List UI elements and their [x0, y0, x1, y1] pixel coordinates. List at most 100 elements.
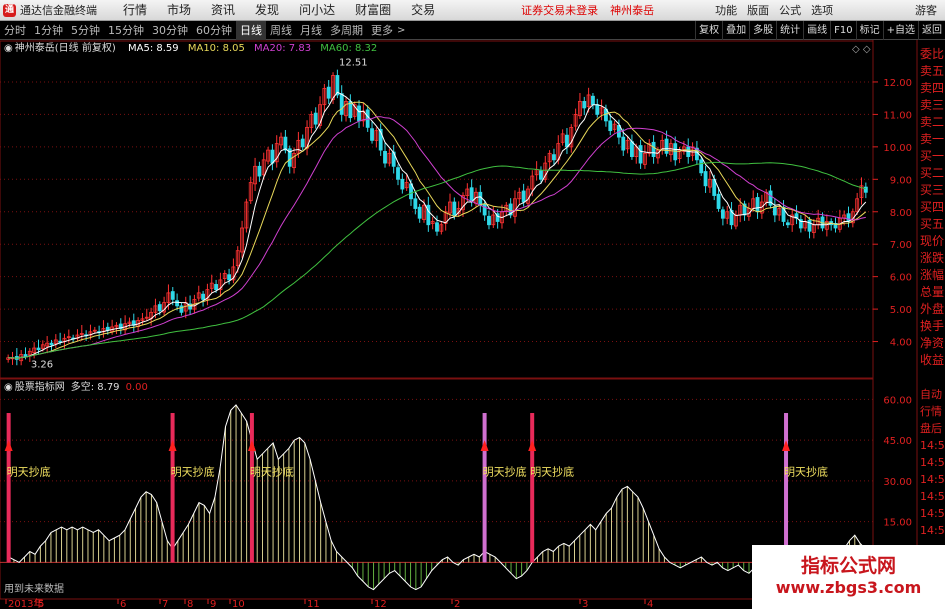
- panel-field-label[interactable]: 净资: [920, 336, 944, 350]
- panel-field-label[interactable]: 买三: [920, 183, 944, 197]
- ma60-line: [8, 161, 866, 359]
- stats-button[interactable]: 统计: [776, 20, 803, 40]
- panel-field-label[interactable]: 卖一: [920, 132, 944, 146]
- panel-field-label[interactable]: 收益: [920, 353, 944, 367]
- candle-body: [772, 206, 777, 216]
- indicator-grid: [0, 398, 873, 563]
- panel-field-label[interactable]: 卖二: [920, 115, 944, 129]
- indicator-y-axis: 60.00 45.00 30.00 15.00: [883, 395, 912, 528]
- signal-arrow-icon: [782, 440, 791, 452]
- formula-menu[interactable]: 公式: [774, 0, 806, 21]
- signal-bar: [482, 413, 487, 563]
- app-name: 通达信金融终端: [20, 4, 97, 17]
- candle-body: [400, 178, 405, 190]
- signal-arrow-icon: [247, 440, 256, 452]
- panel-field-label[interactable]: 现价: [920, 234, 944, 248]
- candle-body: [23, 354, 28, 357]
- panel-field-label[interactable]: 换手: [920, 319, 944, 333]
- menu-item-trade[interactable]: 交易: [401, 0, 445, 21]
- y-tick-label: 5.00: [890, 305, 912, 316]
- panel-field-label[interactable]: 涨跌: [920, 250, 944, 265]
- panel-field-label[interactable]: 总量: [920, 285, 944, 299]
- candle-body: [552, 154, 556, 161]
- tab-60min[interactable]: 60分钟: [192, 21, 236, 40]
- panel-field-label[interactable]: 卖五: [920, 64, 944, 78]
- mark-button[interactable]: 标记: [855, 20, 883, 40]
- options-menu[interactable]: 选项: [806, 0, 838, 21]
- panel-field-label[interactable]: 外盘: [920, 301, 944, 316]
- tab-intraday[interactable]: 分时: [0, 21, 30, 40]
- tab-monthly[interactable]: 月线: [296, 21, 326, 40]
- menu-item-news[interactable]: 资讯: [201, 0, 245, 21]
- login-notice[interactable]: 证券交易未登录: [515, 2, 604, 18]
- panel-time-label[interactable]: 行情: [920, 405, 942, 418]
- adjust-button[interactable]: 复权: [695, 20, 722, 40]
- panel-field-label[interactable]: 委比: [920, 47, 944, 61]
- panel-time-label[interactable]: 14:59: [920, 507, 945, 520]
- panel-time-label[interactable]: 14:59: [920, 490, 945, 503]
- date-label: 10: [232, 599, 245, 609]
- panel-field-label[interactable]: 买四: [920, 200, 944, 214]
- tab-multi-period[interactable]: 多周期: [326, 21, 367, 40]
- y-tick-label: 4.00: [890, 338, 912, 349]
- back-button[interactable]: 返回: [918, 20, 945, 40]
- date-label: 8: [187, 599, 193, 609]
- guest-user[interactable]: 游客: [907, 2, 945, 18]
- chevron-right-icon[interactable]: >: [397, 25, 405, 36]
- main-y-axis: 12.00 11.00 10.00 9.00 8.00 7.00 6.00 5.00 4.00: [873, 78, 912, 349]
- candle-body: [179, 305, 184, 313]
- tab-5min[interactable]: 5分钟: [67, 21, 104, 40]
- f10-button[interactable]: F10: [830, 20, 855, 40]
- tab-15min[interactable]: 15分钟: [104, 21, 148, 40]
- menu-item-market[interactable]: 市场: [157, 0, 201, 21]
- panel-field-label[interactable]: 买五: [920, 217, 944, 231]
- signal-label: 明天抄底: [250, 464, 294, 478]
- panel-time-label[interactable]: 14:59: [920, 439, 945, 452]
- menu-item-ask[interactable]: 问小达: [289, 0, 345, 21]
- draw-line-button[interactable]: 画线: [803, 20, 830, 40]
- panel-field-label[interactable]: 买一: [920, 149, 944, 163]
- candle-body: [539, 170, 543, 180]
- tab-daily[interactable]: 日线: [236, 20, 266, 40]
- indicator-tick-label: 15.00: [883, 518, 912, 529]
- tab-weekly[interactable]: 周线: [266, 21, 296, 40]
- indicator-tick-label: 45.00: [883, 436, 912, 447]
- chart-area[interactable]: ◉ 神州泰岳(日线 前复权) MA5: 8.59 MA10: 8.05 MA20:…: [0, 40, 945, 609]
- tab-1min[interactable]: 1分钟: [30, 21, 67, 40]
- panel-time-label[interactable]: 14:59: [920, 473, 945, 486]
- panel-field-label[interactable]: 卖三: [920, 98, 944, 112]
- candle-body: [630, 141, 634, 157]
- candle-body: [699, 159, 704, 174]
- candle-body: [214, 284, 219, 291]
- panel-field-label[interactable]: 卖四: [920, 81, 944, 95]
- indicator-curve: [8, 404, 866, 591]
- watermark-url: www.zbgs3.com: [775, 578, 922, 597]
- signal-label: 明天抄底: [7, 464, 51, 478]
- date-label: 2: [454, 599, 460, 609]
- tab-more[interactable]: 更多: [367, 22, 397, 38]
- panel-time-label[interactable]: 自动: [920, 388, 942, 401]
- add-watchlist-button[interactable]: +自选: [882, 20, 918, 40]
- panel-field-label[interactable]: 涨幅: [920, 267, 944, 282]
- signal-label: 明天抄底: [530, 464, 574, 478]
- date-label: 11: [307, 599, 320, 609]
- indicator-histogram: [8, 404, 866, 590]
- chart-corner-icons[interactable]: ◇ ◇: [852, 44, 871, 55]
- overlay-button[interactable]: 叠加: [722, 20, 749, 40]
- layout-menu[interactable]: 版面: [742, 0, 774, 21]
- panel-time-label[interactable]: 14:59: [920, 456, 945, 469]
- menu-item-discover[interactable]: 发现: [245, 0, 289, 21]
- candle-body: [807, 219, 812, 232]
- signal-bar: [249, 413, 254, 563]
- menu-item-wealth[interactable]: 财富圈: [345, 0, 401, 21]
- panel-field-label[interactable]: 买二: [920, 166, 944, 180]
- menu-item-quotes[interactable]: 行情: [113, 0, 157, 21]
- tab-30min[interactable]: 30分钟: [148, 21, 192, 40]
- panel-time-label[interactable]: 盘后: [920, 421, 942, 435]
- app-logo: 通 通达信金融终端: [0, 0, 113, 21]
- candle-body: [565, 134, 569, 148]
- function-menu[interactable]: 功能: [710, 0, 742, 21]
- multi-stock-button[interactable]: 多股: [749, 20, 776, 40]
- panel-time-label[interactable]: 14:59: [920, 524, 945, 537]
- quote-side-panel[interactable]: 委比卖五卖四卖三卖二卖一买一买二买三买四买五现价涨跌涨幅总量外盘换手净资收益自动…: [920, 47, 945, 537]
